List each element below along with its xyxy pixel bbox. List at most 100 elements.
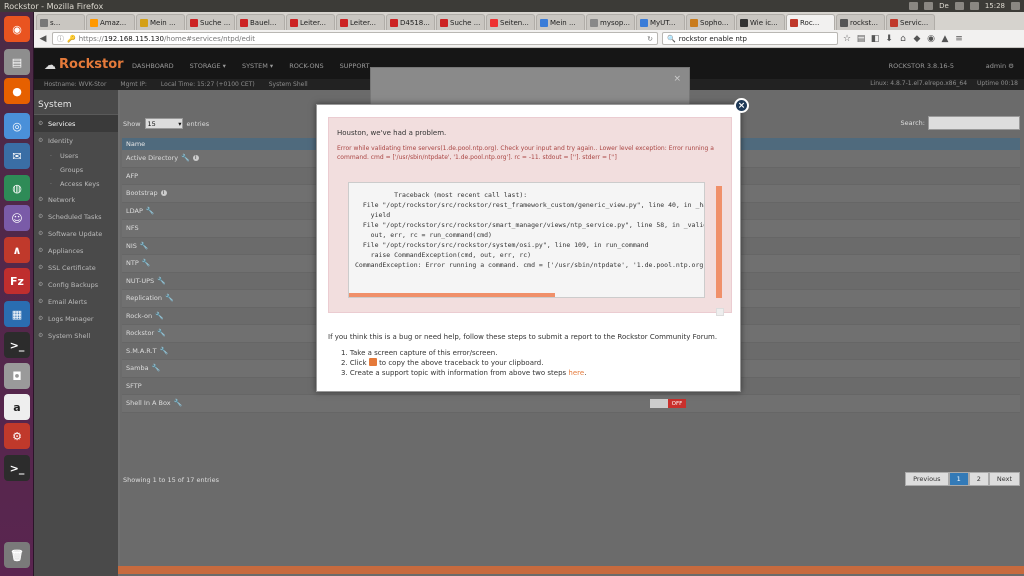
page-button[interactable]: Previous	[905, 472, 949, 486]
sidebar-item[interactable]: ⚙ Logs Manager	[34, 310, 118, 327]
addon-icon[interactable]: ◆	[912, 34, 922, 44]
earth-icon[interactable]: ◍	[4, 175, 30, 201]
addon3-icon[interactable]: ▲	[940, 34, 950, 44]
back-icon[interactable]: ◀	[38, 34, 48, 44]
battery-icon[interactable]	[954, 2, 964, 10]
download-icon[interactable]: ⬇	[884, 34, 894, 44]
browser-tab[interactable]: Seiten...	[486, 14, 535, 30]
url-bar[interactable]: ⓘ 🔑 https://192.168.115.130/home#service…	[52, 32, 658, 45]
browser-tab[interactable]: Leiter...	[336, 14, 385, 30]
browser-tab[interactable]: Mein ...	[136, 14, 185, 30]
browser-tab[interactable]: MyUT...	[636, 14, 685, 30]
sidebar-item[interactable]: ⚙ Services	[34, 115, 118, 132]
sidebar-item[interactable]: ⚙ Software Update	[34, 225, 118, 242]
matlab-icon[interactable]: ∧	[4, 237, 30, 263]
nav-item[interactable]: STORAGE ▾	[190, 62, 226, 70]
wrench-icon[interactable]: 🔧	[140, 242, 149, 250]
wrench-icon[interactable]: 🔧	[157, 277, 166, 285]
sidebar-item[interactable]: ⚙ Appliances	[34, 242, 118, 259]
info-icon[interactable]: i	[192, 155, 199, 162]
sidebar-item[interactable]: · Access Keys	[34, 177, 118, 191]
nav-item[interactable]: DASHBOARD	[132, 62, 174, 70]
browser-tab[interactable]: Roc...	[786, 14, 835, 30]
sidebar-item[interactable]: ⚙ SSL Certificate	[34, 259, 118, 276]
files-icon[interactable]: ▤	[4, 49, 30, 75]
column-name[interactable]: Name	[126, 140, 145, 148]
browser-tab[interactable]: mysop...	[586, 14, 635, 30]
sidebar-item[interactable]: ⚙ System Shell	[34, 327, 118, 344]
volume-icon[interactable]	[969, 2, 979, 10]
wrench-icon[interactable]: 🔧	[142, 259, 151, 267]
terminal-icon[interactable]: >_	[4, 332, 30, 358]
forum-link[interactable]: here	[568, 369, 584, 377]
browser-tab[interactable]: Suche ...	[186, 14, 235, 30]
browser-tab[interactable]: rockst...	[836, 14, 885, 30]
browser-tab[interactable]: Sopho...	[686, 14, 735, 30]
settings-icon[interactable]: ⚙	[4, 423, 30, 449]
sidebar-item[interactable]: ⚙ Network	[34, 191, 118, 208]
modal-close-button[interactable]: ×	[734, 98, 749, 113]
wrench-icon[interactable]: 🔧	[146, 207, 155, 215]
wrench-icon[interactable]: 🔧	[181, 154, 190, 162]
terminal2-icon[interactable]: >_	[4, 455, 30, 481]
dash-icon[interactable]: ◉	[4, 16, 30, 42]
sidebar-item[interactable]: ⚙ Email Alerts	[34, 293, 118, 310]
browser-tab[interactable]: Suche ...	[436, 14, 485, 30]
addon2-icon[interactable]: ◉	[926, 34, 936, 44]
wrench-icon[interactable]: 🔧	[165, 294, 174, 302]
nav-item[interactable]: ROCK-ONS	[289, 62, 323, 70]
browser-tab[interactable]: Servic...	[886, 14, 935, 30]
sidebar-item[interactable]: ⚙ Identity	[34, 132, 118, 149]
info-icon[interactable]: ⓘ	[57, 34, 64, 44]
vertical-scrollbar[interactable]	[716, 186, 722, 298]
nav-item[interactable]: SYSTEM ▾	[242, 62, 273, 70]
bookmarks-icon[interactable]: ▤	[856, 34, 866, 44]
wrench-icon[interactable]: 🔧	[160, 347, 169, 355]
nav-item[interactable]: SUPPORT	[340, 62, 370, 70]
entries-select[interactable]: 15 ▾	[144, 118, 183, 129]
pocket-icon[interactable]: ◧	[870, 34, 880, 44]
thunderbird-icon[interactable]: ✉	[4, 143, 30, 169]
wrench-icon[interactable]: 🔧	[152, 364, 161, 372]
browser-tab[interactable]: Amaz...	[86, 14, 135, 30]
clipboard-icon[interactable]	[368, 358, 377, 366]
sidebar-item[interactable]: · Groups	[34, 163, 118, 177]
user-menu[interactable]: admin ⚙	[986, 62, 1014, 70]
chromium-icon[interactable]: ◎	[4, 113, 30, 139]
browser-tab[interactable]: Wie ic...	[736, 14, 785, 30]
reload-icon[interactable]: ↻	[647, 35, 653, 43]
menu-icon[interactable]: ≡	[954, 34, 964, 44]
home-icon[interactable]: ⌂	[898, 34, 908, 44]
system-shell-link[interactable]: System Shell	[269, 81, 308, 88]
firefox-icon[interactable]: ●	[4, 78, 30, 104]
amazon-icon[interactable]: a	[4, 394, 30, 420]
pidgin-icon[interactable]: ☺	[4, 205, 30, 231]
power-icon[interactable]	[1011, 2, 1020, 10]
wrench-icon[interactable]: 🔧	[174, 399, 183, 407]
keyboard-layout[interactable]: De	[939, 2, 949, 10]
traceback-box[interactable]: Traceback (most recent call last): File …	[348, 182, 705, 298]
page-button[interactable]: 1	[948, 472, 969, 486]
close-icon[interactable]: ×	[673, 74, 681, 84]
network-icon[interactable]	[924, 2, 934, 10]
trash-icon[interactable]: 🗑	[4, 542, 30, 568]
service-toggle[interactable]: OFF	[650, 399, 686, 408]
wrench-icon[interactable]: 🔧	[155, 312, 164, 320]
page-button[interactable]: Next	[988, 472, 1020, 486]
browser-tab[interactable]: Bauel...	[236, 14, 285, 30]
page-button[interactable]: 2	[968, 472, 989, 486]
sidebar-item[interactable]: ⚙ Config Backups	[34, 276, 118, 293]
rockstor-logo[interactable]: ☁ Rockstor	[44, 57, 124, 72]
browser-tab[interactable]: Mein ...	[536, 14, 585, 30]
camera-icon[interactable]: ◘	[4, 363, 30, 389]
browser-tab[interactable]: D4518...	[386, 14, 435, 30]
browser-tab[interactable]: Leiter...	[286, 14, 335, 30]
sidebar-item[interactable]: · Users	[34, 149, 118, 163]
table-search-input[interactable]	[928, 116, 1020, 130]
clock[interactable]: 15:28	[985, 2, 1005, 10]
sidebar-item[interactable]: ⚙ Scheduled Tasks	[34, 208, 118, 225]
horizontal-scrollbar[interactable]	[349, 293, 555, 297]
wrench-icon[interactable]: 🔧	[157, 329, 166, 337]
writer-icon[interactable]: ▦	[4, 301, 30, 327]
info-icon[interactable]: i	[160, 190, 167, 197]
